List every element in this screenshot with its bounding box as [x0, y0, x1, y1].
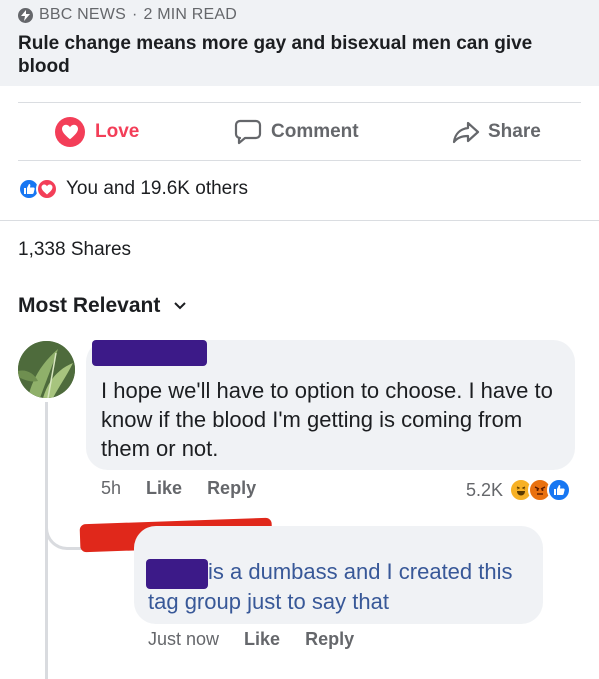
thread-line [45, 402, 48, 679]
comment-reaction-count[interactable]: 5.2K [466, 478, 572, 502]
comment-label: Comment [271, 121, 359, 142]
comment-reply-link[interactable]: Reply [207, 478, 256, 499]
comment-like-link[interactable]: Like [146, 478, 182, 499]
share-label: Share [488, 121, 541, 142]
love-label: Love [95, 121, 140, 142]
reaction-summary[interactable]: You and 19.6K others [18, 178, 248, 200]
share-count[interactable]: 1,338 Shares [18, 239, 131, 261]
reply-reply-link[interactable]: Reply [305, 629, 354, 650]
comment-meta: 5h Like Reply [101, 478, 256, 499]
redacted-tagged-name[interactable] [146, 559, 208, 589]
comment-timestamp[interactable]: 5h [101, 478, 121, 499]
like-reaction-icon [547, 478, 572, 502]
love-button[interactable]: Love [55, 110, 139, 154]
comment-reaction-count-text: 5.2K [466, 479, 504, 500]
comment-sort-dropdown[interactable]: Most Relevant [18, 294, 187, 318]
sort-label: Most Relevant [18, 294, 161, 317]
reaction-summary-text: You and 19.6K others [66, 178, 249, 199]
link-preview-card[interactable]: BBC NEWS · 2 MIN READ Rule change means … [0, 0, 599, 86]
instant-article-icon [18, 7, 33, 23]
divider [0, 220, 599, 221]
reply-text-line2: tag group just to say that [148, 589, 389, 614]
redacted-author-name[interactable] [92, 340, 207, 366]
reply-meta: Just now Like Reply [148, 629, 354, 650]
love-icon [55, 117, 85, 147]
reply-like-link[interactable]: Like [244, 629, 280, 650]
share-button[interactable]: Share [452, 110, 541, 154]
read-time: 2 MIN READ [143, 6, 238, 23]
source-separator: · [131, 6, 138, 23]
link-source: BBC NEWS [39, 6, 126, 23]
link-source-row: BBC NEWS · 2 MIN READ [18, 6, 237, 24]
reply-text-line1: is a dumbass and I created this [208, 559, 513, 584]
avatar[interactable] [18, 341, 75, 398]
divider [18, 102, 581, 103]
share-icon [452, 120, 480, 144]
comment-text: I hope we'll have to option to choose. I… [101, 378, 553, 461]
link-headline[interactable]: Rule change means more gay and bisexual … [18, 32, 578, 78]
chevron-down-icon [174, 302, 187, 310]
divider [18, 160, 581, 161]
comment-icon [234, 119, 262, 145]
reply-timestamp[interactable]: Just now [148, 629, 219, 650]
post-action-bar: Love Comment Share [0, 110, 599, 154]
comment-button[interactable]: Comment [234, 110, 359, 154]
thread-connector [45, 500, 85, 550]
love-reaction-icon [36, 178, 58, 200]
